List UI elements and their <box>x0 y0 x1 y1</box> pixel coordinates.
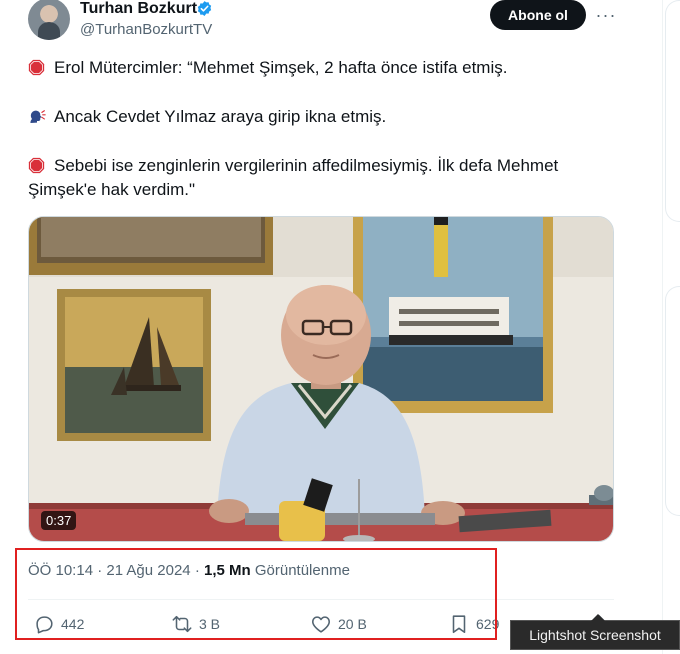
meta-separator: · <box>194 562 200 579</box>
views-count: 1,5 Mn <box>204 562 251 579</box>
tweet-text-line: Sebebi ise zenginlerin vergilerinin affe… <box>28 154 608 178</box>
views-label: Görüntülenme <box>254 562 350 579</box>
heart-icon <box>312 616 330 633</box>
like-count: 20 B <box>338 616 367 632</box>
like-button[interactable]: 20 B <box>310 612 367 636</box>
stop-sign-icon <box>28 59 45 76</box>
verified-badge-icon <box>197 1 212 16</box>
tweet-date[interactable]: 21 Ağu 2024 <box>106 562 190 579</box>
lightshot-tooltip: Lightshot Screenshot <box>510 614 680 650</box>
follow-button[interactable]: Abone ol <box>490 0 586 30</box>
reply-count: 442 <box>61 616 85 632</box>
more-options-icon[interactable]: ··· <box>594 5 618 25</box>
tweet-text-line: Ancak Cevdet Yılmaz araya girip ikna etm… <box>28 105 608 129</box>
repost-count: 3 B <box>199 616 221 632</box>
tweet-text: Sebebi ise zenginlerin vergilerinin affe… <box>54 156 559 175</box>
bookmark-button[interactable]: 629 <box>448 612 499 636</box>
tweet-text-line: Erol Mütercimler: “Mehmet Şimşek, 2 haft… <box>28 56 608 80</box>
tweet-text: Erol Mütercimler: “Mehmet Şimşek, 2 haft… <box>54 58 508 77</box>
right-sidebar-card <box>665 286 680 516</box>
video-frame <box>29 217 613 541</box>
repost-icon <box>172 615 192 633</box>
repost-button[interactable]: 3 B <box>171 612 220 636</box>
reply-button[interactable]: 442 <box>33 612 84 636</box>
speaking-head-icon <box>30 110 46 124</box>
tweet-text: Ancak Cevdet Yılmaz araya girip ikna etm… <box>54 107 387 126</box>
author-display-name[interactable]: Turhan Bozkurt <box>80 0 197 18</box>
tweet-text: Şimşek'e hak verdim." <box>28 180 196 199</box>
reply-icon <box>36 616 53 634</box>
tweet-metadata: ÖÖ 10:14 · 21 Ağu 2024 · 1,5 Mn Görüntül… <box>28 562 350 579</box>
avatar[interactable] <box>28 0 70 40</box>
bookmark-icon <box>452 615 466 634</box>
stop-sign-icon <box>28 157 45 174</box>
tweet-text-line: Şimşek'e hak verdim." <box>28 178 608 202</box>
author-handle[interactable]: @TurhanBozkurtTV <box>80 21 212 38</box>
bookmark-count: 629 <box>476 616 500 632</box>
right-sidebar-card <box>665 0 680 222</box>
meta-separator: · <box>97 562 103 579</box>
divider <box>28 599 614 600</box>
video-player[interactable]: 0:37 <box>28 216 614 542</box>
video-duration: 0:37 <box>41 511 77 530</box>
tweet-time[interactable]: ÖÖ 10:14 <box>28 562 93 579</box>
